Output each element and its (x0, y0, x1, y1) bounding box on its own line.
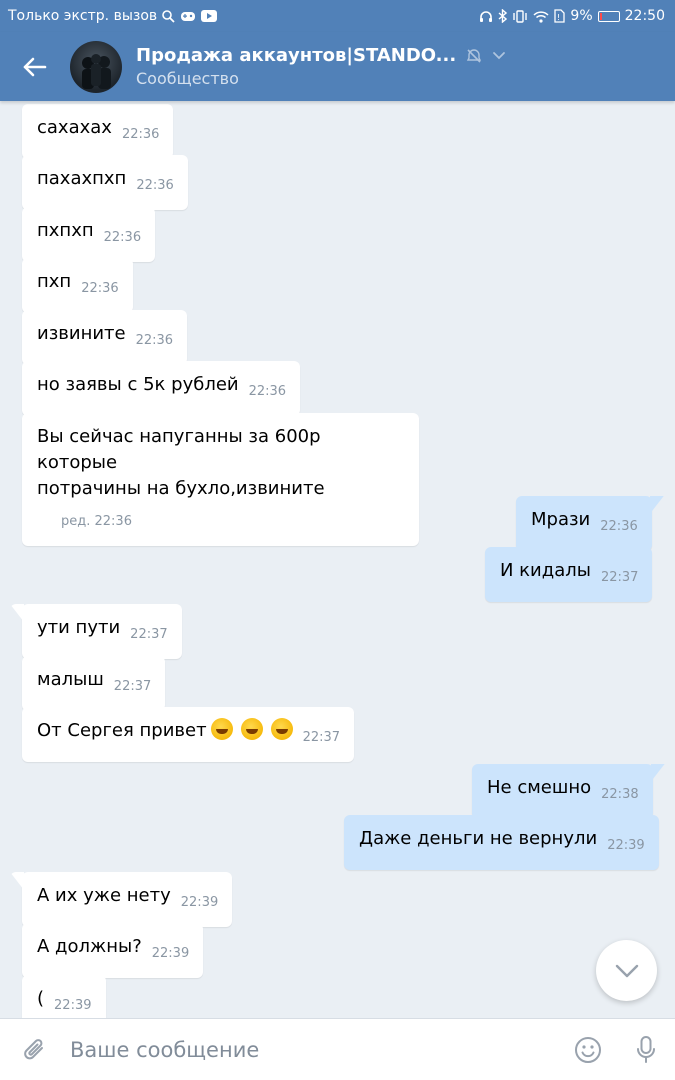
message-bubble-in[interactable]: Вы сейчас напуганны за 600р которые потр… (22, 413, 419, 546)
message-text: От Сергея привет (37, 720, 207, 741)
message-text: А должны? (37, 936, 142, 957)
message-bubble-in[interactable]: А их уже нету 22:39 (10, 872, 233, 927)
message-text: сахахах (37, 117, 112, 138)
message-bubble-in[interactable]: пхп 22:36 (22, 258, 133, 313)
bluetooth-icon (498, 9, 508, 23)
back-button[interactable] (0, 32, 70, 101)
carrier-text: Только экстр. вызов (8, 8, 158, 24)
message-text: А их уже нету (37, 885, 171, 906)
status-bar: Только экстр. вызов ! 9% 22:50 (0, 0, 675, 32)
message-bubble-out[interactable]: Даже деньги не вернули 22:39 (344, 815, 659, 870)
message-bubble-in[interactable]: ути пути 22:37 (10, 604, 182, 659)
message-text: Вы сейчас напуганны за 600р которые (37, 426, 321, 473)
svg-text:!: ! (557, 13, 560, 22)
chevron-down-icon (615, 964, 638, 977)
message-time-edited: ред. 22:36 (61, 514, 132, 529)
message-time: 22:36 (136, 178, 174, 193)
message-text: ути пути (37, 617, 121, 638)
paperclip-icon (24, 1038, 43, 1059)
vibrate-icon (512, 9, 528, 23)
emoji-button[interactable] (559, 1019, 617, 1080)
message-time: 22:36 (248, 384, 287, 399)
message-time: 22:37 (113, 679, 152, 694)
microphone-icon (637, 1035, 655, 1063)
message-list[interactable]: сахахах 22:36 пахахпхп 22:36 пхпхп 22:36 пх… (0, 101, 675, 1018)
headphones-icon (479, 10, 493, 23)
message-text: но заявы с 5к рублей (37, 374, 239, 395)
message-text: Даже деньги не вернули (359, 828, 598, 849)
message-bubble-in[interactable]: пахахпхп 22:36 (22, 155, 188, 210)
message-text: малыш (37, 669, 104, 690)
message-time: 22:36 (103, 230, 142, 245)
chat-info[interactable]: Продажа аккаунтов|STANDO... Сообщество (136, 45, 506, 88)
message-text: ( (37, 988, 45, 1009)
gamepad-icon (180, 11, 196, 22)
chat-header: Продажа аккаунтов|STANDO... Сообщество (0, 32, 675, 101)
voice-message-button[interactable] (617, 1019, 675, 1080)
message-text: пхп (37, 271, 72, 292)
message-bubble-in[interactable]: сахахах 22:36 (22, 104, 174, 159)
sim-card-icon: ! (554, 9, 566, 23)
message-time: 22:36 (81, 281, 119, 296)
message-text: пхпхп (37, 220, 94, 241)
scroll-to-bottom-button[interactable] (596, 940, 657, 1001)
message-bubble-in[interactable]: От Сергея привет 22:37 (22, 707, 355, 762)
rofl-emoji-icon (210, 718, 233, 740)
message-time: 22:37 (130, 627, 168, 642)
clock: 22:50 (624, 8, 665, 24)
message-bubble-in[interactable]: (22:39 (22, 975, 106, 1018)
message-input[interactable] (70, 1018, 559, 1080)
message-text: пахахпхп (37, 168, 127, 189)
message-time: 22:39 (180, 895, 219, 910)
message-bubble-in[interactable]: извините 22:36 (22, 310, 188, 365)
chevron-down-icon[interactable] (492, 51, 506, 61)
message-bubble-in[interactable]: А должны? 22:39 (22, 923, 204, 978)
battery-icon (597, 10, 620, 22)
smiley-icon (575, 1036, 601, 1063)
avatar[interactable] (70, 40, 122, 93)
message-composer (0, 1018, 675, 1080)
battery-percent: 9% (570, 8, 593, 24)
message-time: 22:36 (600, 519, 638, 534)
rofl-emoji-icon (270, 718, 293, 740)
message-bubble-out[interactable]: Не смешно 22:38 (472, 764, 665, 819)
message-text: потрачины на бухло,извините (37, 478, 325, 499)
youtube-icon (201, 10, 218, 22)
muted-icon (467, 48, 482, 63)
message-text: И кидалы (500, 560, 591, 581)
message-text: Не смешно (487, 777, 592, 798)
chat-title: Продажа аккаунтов|STANDO... (136, 45, 457, 66)
chat-subtitle: Сообщество (136, 69, 239, 88)
message-time: 22:38 (601, 787, 639, 802)
search-icon (162, 9, 175, 23)
message-bubble-in[interactable]: малыш 22:37 (22, 656, 166, 711)
message-text: Мрази (531, 509, 591, 530)
message-time: 22:39 (607, 838, 645, 853)
message-bubble-out[interactable]: И кидалы 22:37 (485, 547, 653, 602)
arrow-left-icon (23, 57, 47, 76)
message-time: 22:37 (600, 570, 639, 585)
rofl-emoji-icon (240, 718, 263, 740)
attach-button[interactable] (0, 1019, 70, 1080)
message-bubble-in[interactable]: пхпхп 22:36 (22, 207, 156, 262)
message-time: 22:36 (121, 127, 160, 142)
message-time: 22:39 (54, 998, 92, 1013)
message-bubble-in[interactable]: но заявы с 5к рублей 22:36 (22, 361, 301, 416)
message-time: 22:39 (151, 946, 190, 961)
message-text: извините (37, 323, 126, 344)
message-time: 22:37 (302, 730, 341, 745)
message-time: 22:36 (135, 333, 174, 348)
message-bubble-out[interactable]: Мрази 22:36 (516, 496, 664, 551)
wifi-icon (533, 10, 549, 23)
